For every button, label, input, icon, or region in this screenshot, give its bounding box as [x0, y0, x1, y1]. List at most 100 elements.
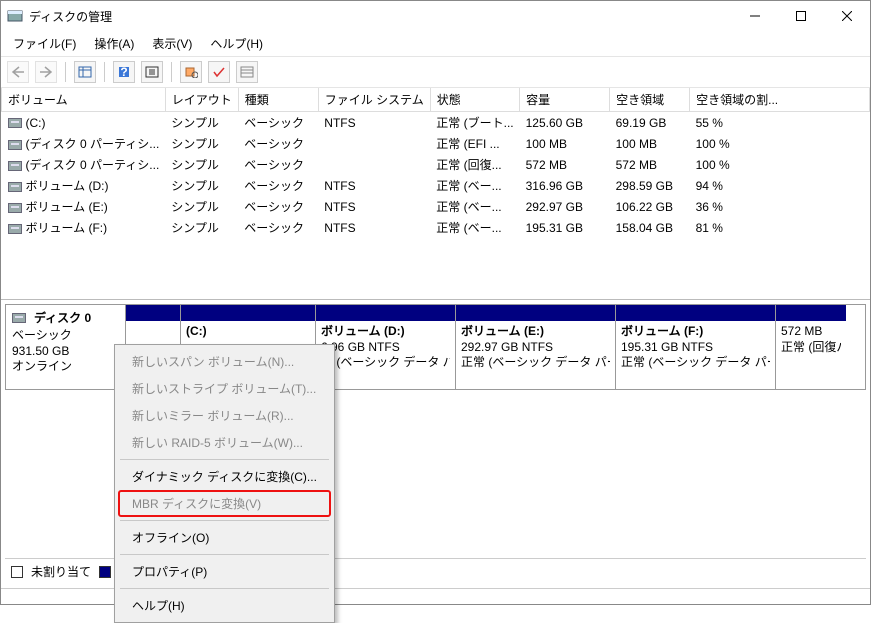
minimize-button[interactable] [732, 1, 778, 31]
col-type[interactable]: 種類 [238, 88, 318, 112]
cell-fs: NTFS [318, 175, 430, 196]
cell-pct: 55 % [690, 112, 870, 134]
legend-swatch-unalloc [11, 566, 23, 578]
partition[interactable]: ボリューム (F:)195.31 GB NTFS正常 (ベーシック データ パー… [616, 305, 776, 389]
disk-status: オンライン [12, 359, 119, 375]
context-menu-separator [120, 588, 329, 589]
cell-fs [318, 133, 430, 154]
context-menu-item[interactable]: オフライン(O) [118, 524, 331, 551]
table-row[interactable]: ボリューム (E:)シンプルベーシックNTFS正常 (ベー...292.97 G… [2, 196, 870, 217]
col-fs[interactable]: ファイル システム [318, 88, 430, 112]
partition-name: (C:) [186, 324, 310, 340]
help-button[interactable]: ? [113, 61, 135, 83]
cell-capacity: 100 MB [520, 133, 610, 154]
partition-name: ボリューム (F:) [621, 324, 770, 340]
partition-size: 6.96 GB NTFS [321, 340, 450, 356]
col-layout[interactable]: レイアウト [165, 88, 238, 112]
col-capacity[interactable]: 容量 [520, 88, 610, 112]
list-detail-button[interactable] [236, 61, 258, 83]
forward-button[interactable] [35, 61, 57, 83]
partition-name: ボリューム (E:) [461, 324, 610, 340]
context-menu-separator [120, 554, 329, 555]
close-button[interactable] [824, 1, 870, 31]
toolbar: ? [1, 57, 870, 88]
partition[interactable]: ボリューム (E:)292.97 GB NTFS正常 (ベーシック データ パー… [456, 305, 616, 389]
toolbar-sep [171, 62, 172, 82]
cell-pct: 36 % [690, 196, 870, 217]
col-status[interactable]: 状態 [430, 88, 519, 112]
cell-type: ベーシック [238, 196, 318, 217]
table-row[interactable]: (ディスク 0 パーティシ...シンプルベーシック正常 (EFI ...100 … [2, 133, 870, 154]
maximize-button[interactable] [778, 1, 824, 31]
disk-icon [12, 313, 26, 323]
context-menu-separator [120, 520, 329, 521]
partition-header [776, 305, 846, 321]
context-menu-item[interactable]: ヘルプ(H) [118, 592, 331, 619]
disk-context-menu[interactable]: 新しいスパン ボリューム(N)...新しいストライプ ボリューム(T)...新し… [114, 344, 335, 623]
volume-icon [8, 118, 22, 128]
cell-type: ベーシック [238, 175, 318, 196]
cell-name: (C:) [2, 112, 166, 134]
col-free[interactable]: 空き領域 [610, 88, 690, 112]
menu-help[interactable]: ヘルプ(H) [202, 33, 271, 54]
menu-view[interactable]: 表示(V) [144, 33, 200, 54]
cell-fs: NTFS [318, 196, 430, 217]
show-list-button[interactable] [74, 61, 96, 83]
cell-status: 正常 (ベー... [430, 175, 519, 196]
cell-capacity: 316.96 GB [520, 175, 610, 196]
cell-status: 正常 (ブート... [430, 112, 519, 134]
col-pctfree[interactable]: 空き領域の割... [690, 88, 870, 112]
volume-table: ボリューム レイアウト 種類 ファイル システム 状態 容量 空き領域 空き領域… [1, 88, 870, 238]
back-button[interactable] [7, 61, 29, 83]
table-header-row[interactable]: ボリューム レイアウト 種類 ファイル システム 状態 容量 空き領域 空き領域… [2, 88, 870, 112]
legend-swatch-primary [99, 566, 111, 578]
partition-header [316, 305, 455, 321]
cell-status: 正常 (ベー... [430, 217, 519, 238]
check-button[interactable] [208, 61, 230, 83]
cell-pct: 100 % [690, 154, 870, 175]
menu-action[interactable]: 操作(A) [86, 33, 142, 54]
volume-icon [8, 203, 22, 213]
partition[interactable]: ボリューム (D:)6.96 GB NTFS常 (ベーシック データ パーティ [316, 305, 456, 389]
table-row[interactable]: (ディスク 0 パーティシ...シンプルベーシック正常 (回復...572 MB… [2, 154, 870, 175]
cell-name: (ディスク 0 パーティシ... [2, 154, 166, 175]
legend-unalloc: 未割り当て [31, 563, 91, 580]
table-row[interactable]: (C:)シンプルベーシックNTFS正常 (ブート...125.60 GB69.1… [2, 112, 870, 134]
volume-icon [8, 224, 22, 234]
context-menu-item[interactable]: ダイナミック ディスクに変換(C)... [118, 463, 331, 490]
cell-capacity: 195.31 GB [520, 217, 610, 238]
volume-icon [8, 182, 22, 192]
cell-free: 69.19 GB [610, 112, 690, 134]
cell-free: 158.04 GB [610, 217, 690, 238]
table-row[interactable]: ボリューム (F:)シンプルベーシックNTFS正常 (ベー...195.31 G… [2, 217, 870, 238]
context-menu-item: 新しいスパン ボリューム(N)... [118, 348, 331, 375]
cell-type: ベーシック [238, 154, 318, 175]
cell-pct: 94 % [690, 175, 870, 196]
partition-status: 常 (ベーシック データ パーティ [321, 355, 450, 371]
partition-size: 572 MB [781, 324, 841, 340]
context-menu-item: MBR ディスクに変換(V) [118, 490, 331, 517]
col-volume[interactable]: ボリューム [2, 88, 166, 112]
partition-body: ボリューム (E:)292.97 GB NTFS正常 (ベーシック データ パー… [456, 321, 615, 374]
cell-fs: NTFS [318, 112, 430, 134]
menubar: ファイル(F) 操作(A) 表示(V) ヘルプ(H) [1, 31, 870, 57]
volume-list[interactable]: ボリューム レイアウト 種類 ファイル システム 状態 容量 空き領域 空き領域… [1, 88, 870, 300]
cell-type: ベーシック [238, 112, 318, 134]
context-menu-item[interactable]: プロパティ(P) [118, 558, 331, 585]
volume-icon [8, 140, 22, 150]
disk-type: ベーシック [12, 328, 119, 344]
menu-file[interactable]: ファイル(F) [5, 33, 84, 54]
partition-header [126, 305, 180, 321]
volume-icon [8, 161, 22, 171]
cell-name: ボリューム (E:) [2, 196, 166, 217]
disk-info-panel[interactable]: ディスク 0 ベーシック 931.50 GB オンライン [6, 305, 126, 389]
properties-button[interactable] [180, 61, 202, 83]
cell-type: ベーシック [238, 217, 318, 238]
context-menu-separator [120, 459, 329, 460]
cell-name: ボリューム (F:) [2, 217, 166, 238]
refresh-button[interactable] [141, 61, 163, 83]
titlebar[interactable]: ディスクの管理 [1, 1, 870, 31]
disk-capacity: 931.50 GB [12, 344, 119, 360]
table-row[interactable]: ボリューム (D:)シンプルベーシックNTFS正常 (ベー...316.96 G… [2, 175, 870, 196]
partition[interactable]: 572 MB正常 (回復パ [776, 305, 846, 389]
